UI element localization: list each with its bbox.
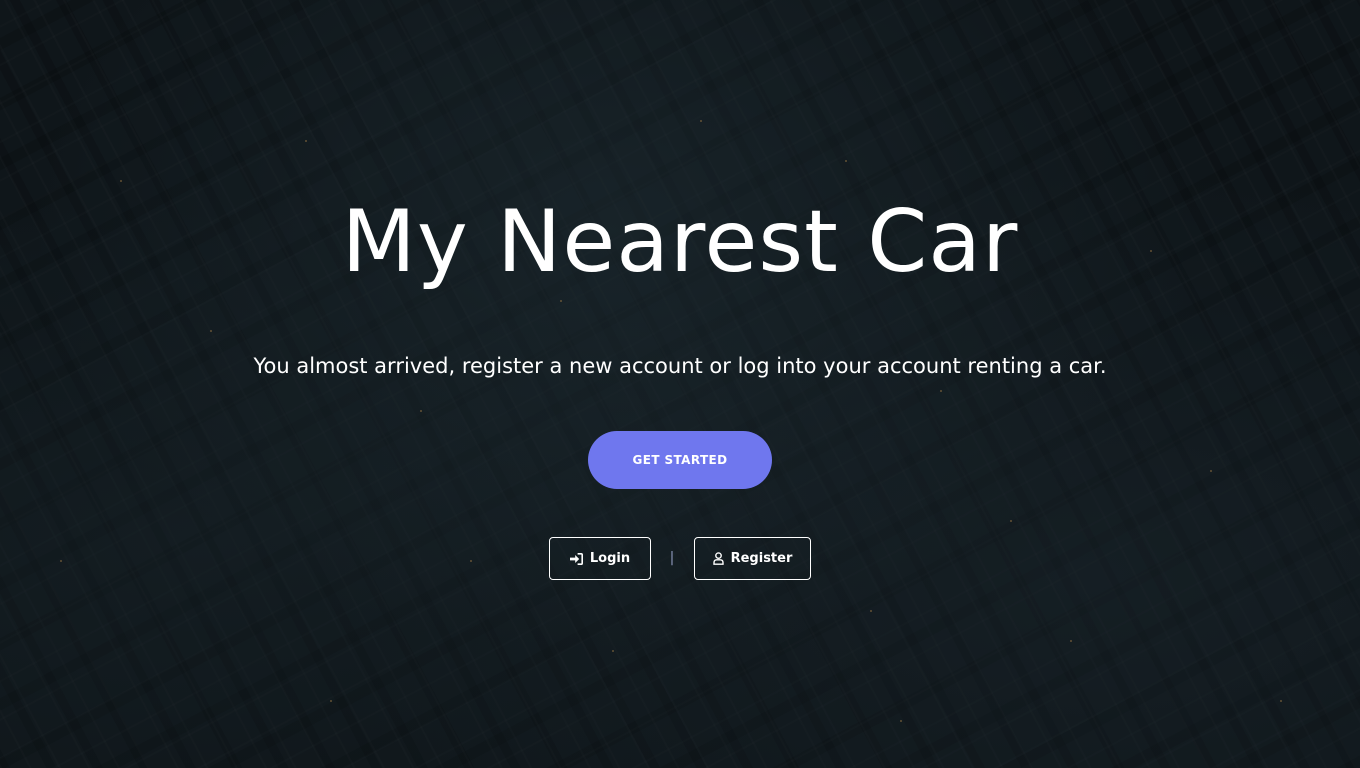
user-icon [712, 552, 724, 565]
register-label: Register [730, 551, 793, 566]
hero-content: My Nearest Car You almost arrived, regis… [0, 0, 1360, 768]
hero-subtitle: You almost arrived, register a new accou… [253, 354, 1107, 378]
sign-in-icon [569, 552, 583, 565]
auth-divider: | [669, 550, 675, 566]
login-label: Login [589, 551, 631, 566]
get-started-label: GET STARTED [632, 453, 728, 467]
login-button[interactable]: Login [549, 537, 651, 580]
hero-section: My Nearest Car You almost arrived, regis… [0, 0, 1360, 768]
get-started-button[interactable]: GET STARTED [588, 431, 772, 489]
page-title: My Nearest Car [341, 192, 1019, 292]
register-button[interactable]: Register [694, 537, 811, 580]
